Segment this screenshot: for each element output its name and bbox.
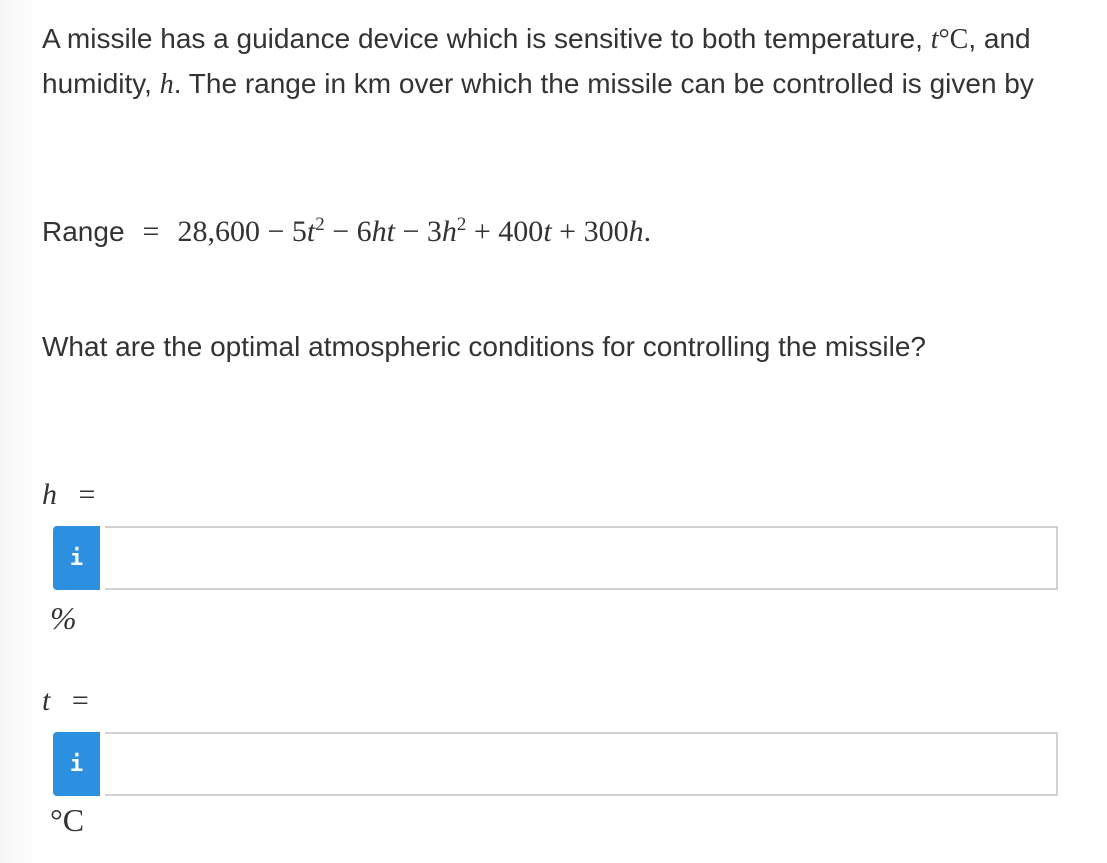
- h-info-button[interactable]: i: [53, 526, 100, 590]
- h-variable: h: [42, 478, 57, 511]
- eq-var: ht: [371, 215, 395, 248]
- h-equals: =: [78, 478, 96, 511]
- eq-part: + 400: [466, 215, 544, 248]
- info-icon: i: [69, 545, 84, 571]
- t-answer-input[interactable]: [105, 732, 1058, 796]
- equation-label: Range: [42, 216, 125, 247]
- eq-part: − 6: [324, 215, 372, 248]
- eq-part: 28,600 − 5: [177, 215, 307, 248]
- eq-var: t: [306, 215, 316, 248]
- intro-prefix: A missile has a guidance device which is…: [42, 23, 931, 54]
- info-icon: i: [69, 751, 84, 777]
- t-variable: t: [42, 684, 51, 717]
- question-text: What are the optimal atmospheric conditi…: [42, 331, 926, 362]
- eq-var: h: [441, 215, 457, 248]
- t-label: t =: [42, 684, 89, 718]
- eq-var: h: [628, 215, 644, 248]
- eq-part: .: [643, 215, 652, 248]
- problem-intro: A missile has a guidance device which is…: [42, 17, 1092, 107]
- eq-part: + 300: [551, 215, 629, 248]
- eq-exponent: 2: [315, 214, 325, 235]
- equation-rhs: 28,600 − 5t2 − 6ht − 3h2 + 400t + 300h.: [177, 214, 651, 249]
- side-shadow: [0, 0, 40, 863]
- t-info-button[interactable]: i: [53, 732, 100, 796]
- h-label: h =: [42, 478, 95, 512]
- intro-humidity-var: h: [159, 69, 174, 100]
- eq-part: − 3: [394, 215, 442, 248]
- eq-var: t: [543, 215, 552, 248]
- intro-temp-unit: °C: [938, 24, 969, 55]
- t-answer-row: i: [53, 732, 1058, 796]
- equation-equals: =: [142, 215, 160, 248]
- t-unit: °C: [50, 802, 85, 838]
- intro-suffix: . The range in km over which the missile…: [173, 68, 1034, 99]
- h-answer-input[interactable]: [105, 526, 1058, 590]
- h-unit: %: [50, 600, 77, 636]
- h-answer-row: i: [53, 526, 1058, 590]
- problem-page: A missile has a guidance device which is…: [0, 0, 1107, 863]
- t-equals: =: [71, 684, 89, 717]
- eq-exponent: 2: [456, 214, 467, 235]
- range-equation: Range = 28,600 − 5t2 − 6ht − 3h2 + 400t …: [42, 214, 651, 260]
